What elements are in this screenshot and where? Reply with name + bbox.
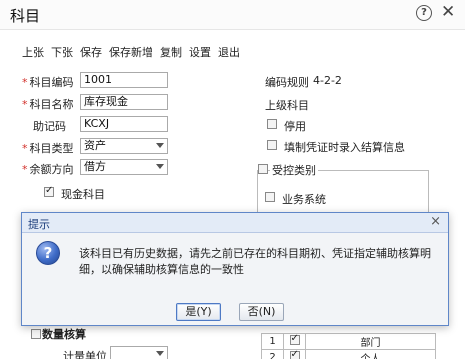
toolbar: 上张 下张 保存 保存新增 复制 设置 退出 — [22, 44, 247, 60]
table-row[interactable]: 2 个人 — [261, 349, 436, 359]
dialog-message: 该科目已有历史数据，请先之前已存在的科目期初、凭证指定辅助核算明细，以确保辅助核… — [79, 247, 431, 276]
name-field[interactable]: 库存现金 — [80, 94, 168, 110]
row-index: 2 — [261, 349, 284, 359]
coding-rule-value: 4-2-2 — [313, 74, 342, 87]
name-label: * 科目名称 — [22, 98, 74, 111]
row-index: 1 — [261, 333, 284, 350]
settings-button[interactable]: 设置 — [189, 44, 211, 60]
mnemonic-label: 助记码 — [33, 120, 66, 133]
next-button[interactable]: 下张 — [51, 44, 73, 60]
coding-rule-label: 编码规则 — [265, 76, 309, 89]
quantity-label: 数量核算 — [42, 328, 86, 341]
dialog-title: 提示 — [28, 218, 50, 231]
dialog-close-icon[interactable]: × — [430, 214, 441, 229]
save-button[interactable]: 保存 — [80, 44, 102, 60]
code-label: * 科目编码 — [22, 76, 74, 89]
controlled-category-checkbox[interactable] — [258, 164, 268, 174]
row-check-cell — [283, 349, 306, 359]
type-select-value: 资产 — [84, 139, 106, 152]
auxiliary-table: 1 部门 2 个人 — [261, 333, 436, 359]
no-button[interactable]: 否(N) — [239, 303, 284, 321]
close-icon[interactable]: ✕ — [441, 2, 455, 22]
yes-button[interactable]: 是(Y) — [176, 303, 221, 321]
copy-button[interactable]: 复制 — [160, 44, 182, 60]
prompt-dialog: 提示 × ? 该科目已有历史数据，请先之前已存在的科目期初、凭证指定辅助核算明细… — [21, 212, 449, 326]
cash-label: 现金科目 — [61, 188, 105, 201]
balance-select[interactable]: 借方 — [80, 159, 168, 175]
row-checkbox[interactable] — [289, 349, 300, 359]
row-check-cell — [283, 333, 306, 350]
code-field[interactable]: 1001 — [80, 72, 168, 88]
voucher-settlement-label: 填制凭证时录入结算信息 — [284, 141, 405, 154]
chevron-down-icon — [156, 351, 164, 356]
type-select[interactable]: 资产 — [80, 138, 168, 154]
disable-label: 停用 — [284, 120, 306, 133]
row-name: 部门 — [305, 333, 436, 350]
parent-subject-label: 上级科目 — [265, 99, 309, 112]
help-icon[interactable]: ? — [416, 5, 432, 21]
controlled-category-label: 受控类别 — [270, 162, 318, 178]
balance-label: * 余额方向 — [22, 163, 74, 176]
window-titlebar: 科目 ? ✕ — [0, 0, 465, 30]
disable-checkbox[interactable] — [267, 119, 277, 129]
chevron-down-icon — [156, 143, 164, 148]
unit-label: 计量单位 — [63, 350, 107, 359]
exit-button[interactable]: 退出 — [218, 44, 240, 60]
voucher-settlement-checkbox[interactable] — [267, 140, 277, 150]
chevron-down-icon — [156, 164, 164, 169]
dialog-header: 提示 × — [22, 213, 448, 233]
row-checkbox[interactable] — [289, 333, 300, 345]
table-row[interactable]: 1 部门 — [261, 333, 436, 350]
question-icon: ? — [36, 241, 60, 265]
prev-button[interactable]: 上张 — [22, 44, 44, 60]
quantity-checkbox[interactable] — [31, 329, 41, 339]
business-system-checkbox[interactable] — [265, 192, 275, 202]
save-new-button[interactable]: 保存新增 — [109, 44, 153, 60]
type-label: * 科目类型 — [22, 142, 74, 155]
balance-select-value: 借方 — [84, 160, 106, 173]
window-title: 科目 — [10, 7, 41, 25]
mnemonic-field[interactable]: KCXJ — [80, 116, 168, 132]
unit-select[interactable] — [110, 346, 168, 359]
business-system-label: 业务系统 — [282, 193, 326, 206]
cash-checkbox[interactable] — [44, 185, 54, 197]
row-name: 个人 — [305, 349, 436, 359]
